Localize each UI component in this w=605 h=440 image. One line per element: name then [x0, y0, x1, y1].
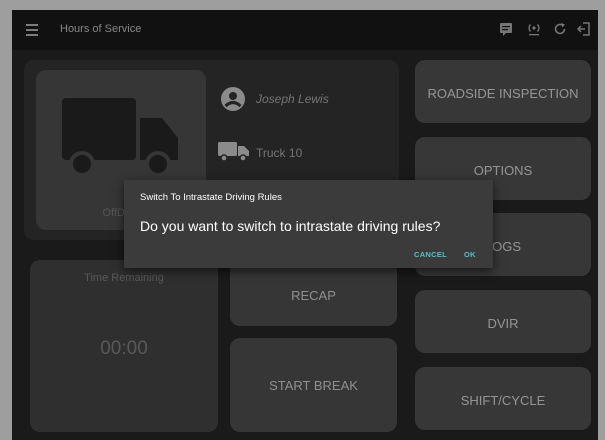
ok-button[interactable]: OK [464, 250, 476, 259]
intrastate-dialog: Switch To Intrastate Driving Rules Do yo… [124, 180, 493, 268]
dialog-message: Do you want to switch to intrastate driv… [140, 218, 441, 234]
dialog-title: Switch To Intrastate Driving Rules [140, 192, 282, 203]
cancel-button[interactable]: CANCEL [414, 250, 447, 259]
